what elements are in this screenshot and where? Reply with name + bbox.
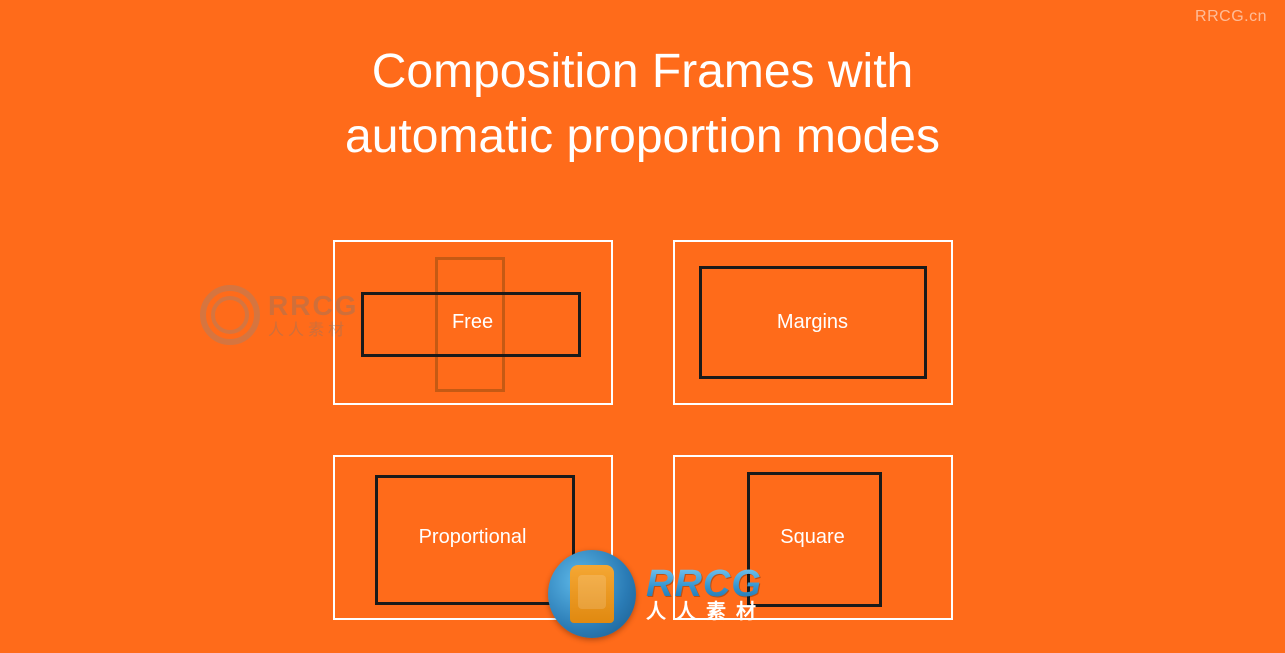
watermark-left: RRCG 人人素材 [200,285,358,345]
watermark-bottom: RRCG 人人素材 [548,550,766,638]
watermark-top-right: RRCG.cn [1195,8,1267,26]
mode-margins: Margins [673,240,953,405]
watermark-bottom-brand: RRCG [646,565,766,605]
mode-square-label: Square [780,526,845,549]
watermark-badge-icon [548,550,636,638]
watermark-bottom-sub: 人人素材 [646,602,766,623]
watermark-bottom-text: RRCG 人人素材 [646,565,766,624]
watermark-left-brand: RRCG [268,291,358,322]
page-title: Composition Frames with automatic propor… [0,40,1285,170]
mode-proportional-label: Proportional [419,526,527,549]
title-line-2: automatic proportion modes [345,110,940,163]
mode-free: Free [333,240,613,405]
watermark-ring-icon [200,285,260,345]
watermark-left-text: RRCG 人人素材 [268,291,358,339]
title-line-1: Composition Frames with [372,45,914,98]
mode-margins-label: Margins [777,311,848,334]
mode-free-label: Free [452,311,493,334]
watermark-badge-inner [570,565,614,623]
watermark-left-sub: 人人素材 [268,322,358,340]
